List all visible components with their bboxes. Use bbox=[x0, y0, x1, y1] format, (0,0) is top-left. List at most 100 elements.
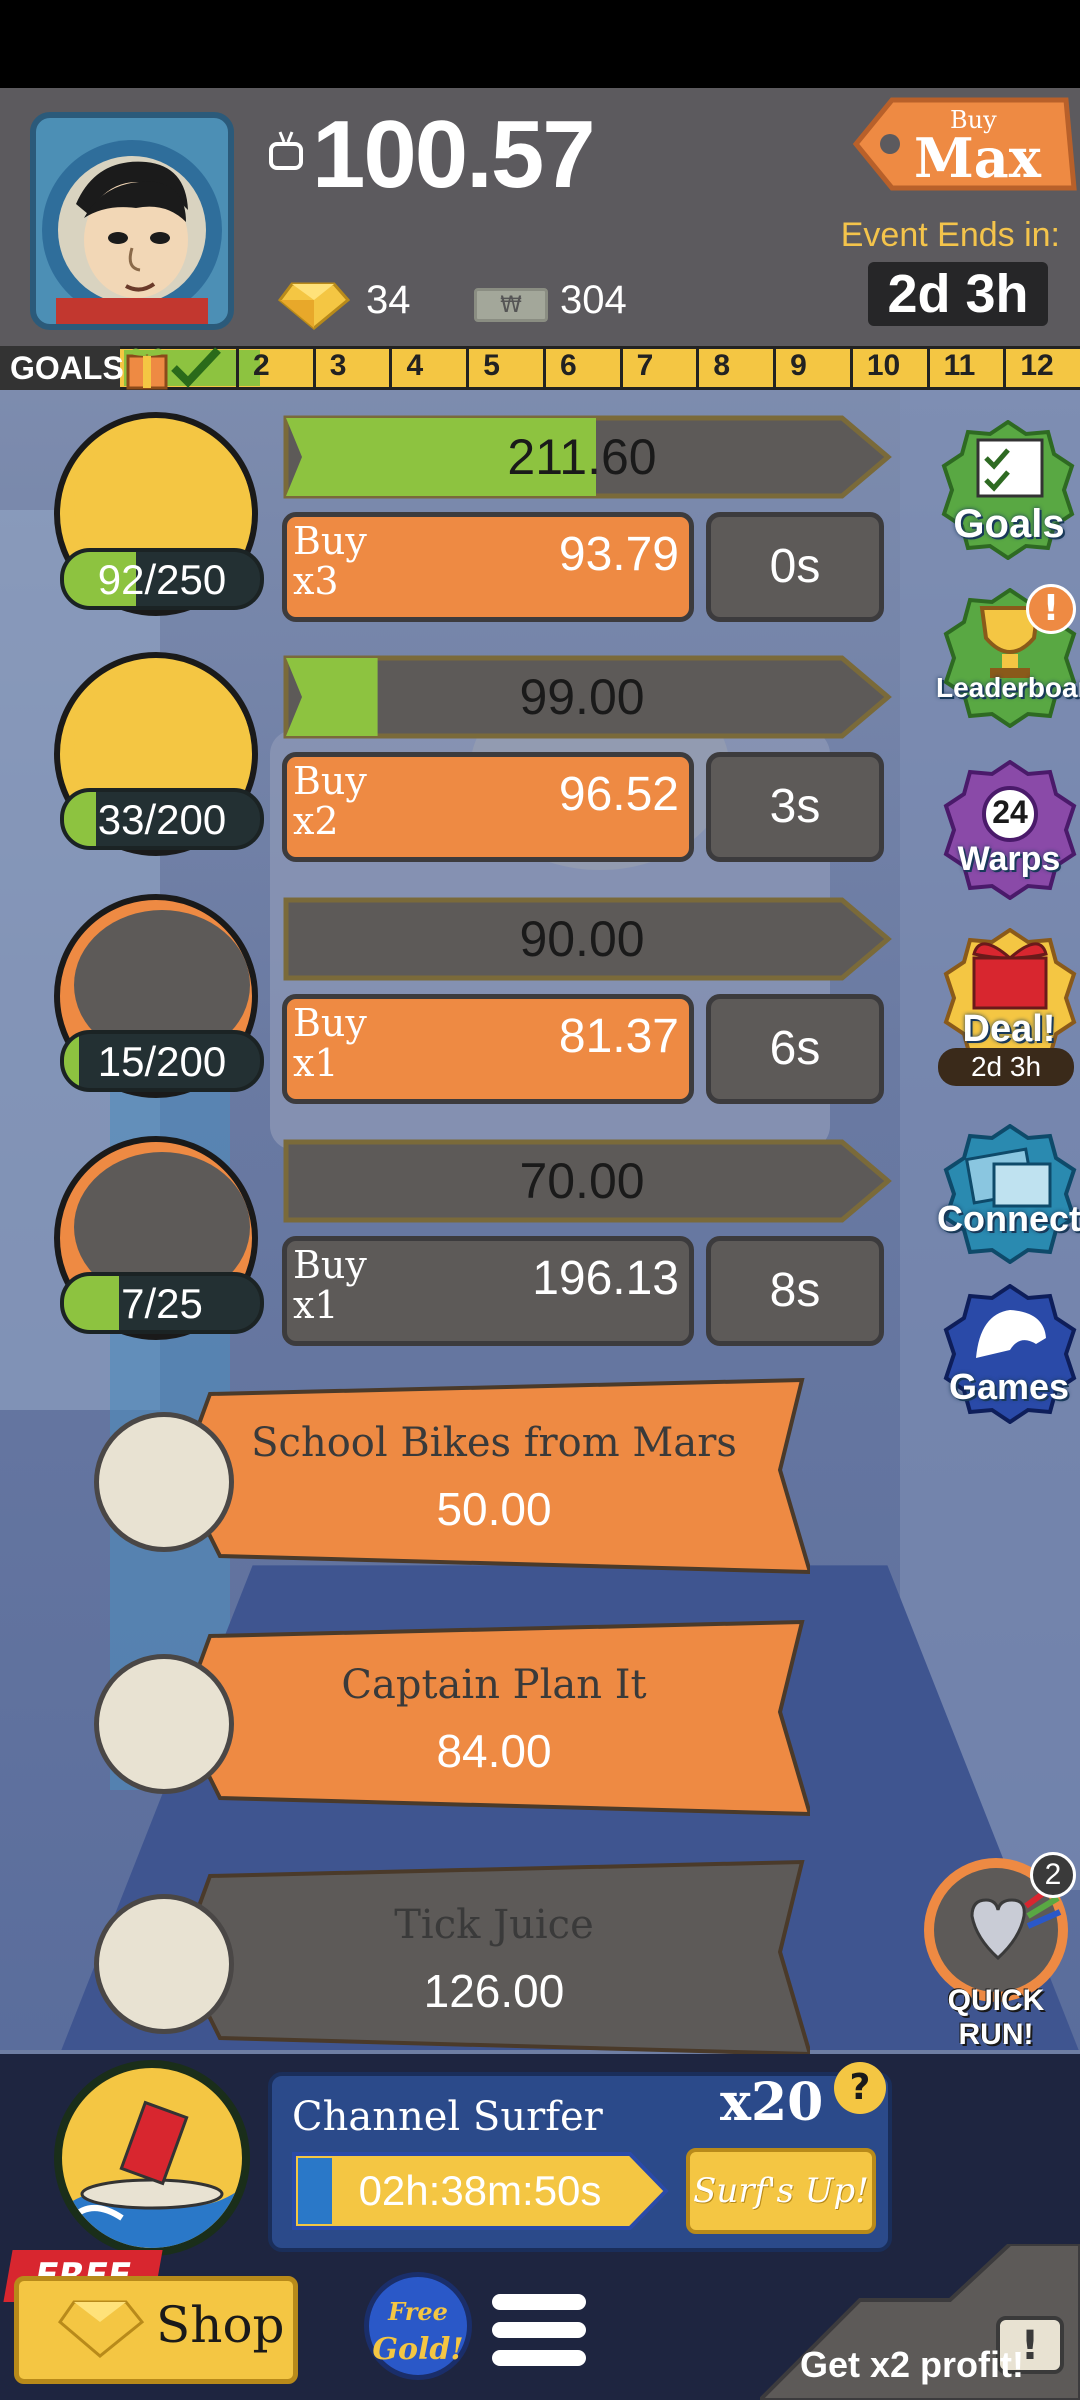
business-count: 92/250 bbox=[97, 556, 227, 603]
gold-icon bbox=[278, 282, 350, 330]
channel-surfer-title: Channel Surfer bbox=[292, 2094, 603, 2140]
business-revenue: 90.00 bbox=[519, 911, 645, 967]
business-count-bar: 92/250 bbox=[60, 548, 264, 610]
buy-max-button[interactable]: Buy Max bbox=[852, 96, 1078, 192]
goals-tick: 8 bbox=[696, 346, 773, 390]
business-revenue: 70.00 bbox=[519, 1153, 645, 1209]
buy-label-group: Buy x2 bbox=[293, 761, 367, 841]
goals-tick: 9 bbox=[773, 346, 850, 390]
buy-button[interactable]: Buy x1 81.37 bbox=[282, 994, 694, 1104]
buy-multiplier: x3 bbox=[293, 559, 339, 603]
goals-tick: 3 bbox=[312, 346, 390, 390]
business-revenue: 211.60 bbox=[507, 429, 657, 485]
deal-timer: 2d 3h bbox=[938, 1048, 1074, 1086]
connect-button[interactable] bbox=[940, 1123, 1080, 1265]
event-timer: 2d 3h bbox=[868, 262, 1048, 326]
buy-price: 81.37 bbox=[558, 1010, 679, 1063]
business-count-bar: 15/200 bbox=[60, 1030, 264, 1092]
quick-run-badge: 2 bbox=[1030, 1852, 1076, 1898]
locked-business-name: Captain Plan It bbox=[341, 1662, 647, 1708]
leaderboard-alert-icon: ! bbox=[1026, 584, 1076, 634]
business-icon[interactable]: 15/200 bbox=[54, 894, 264, 1098]
warps-count: 24 bbox=[992, 794, 1028, 830]
goals-tick: 10 bbox=[849, 346, 927, 390]
locked-business-icon bbox=[94, 1412, 234, 1552]
buy-label-group: Buy x1 bbox=[293, 1003, 367, 1083]
free-gold-line2: Gold! bbox=[372, 2332, 464, 2367]
business-count-bar: 7/25 bbox=[60, 1272, 264, 1334]
free-gold-line1: Free bbox=[388, 2297, 448, 2326]
business-timer: 3s bbox=[706, 752, 884, 862]
status-bar bbox=[0, 0, 1080, 88]
goals-tick: 6 bbox=[542, 346, 620, 390]
business-icon[interactable]: 33/200 bbox=[54, 652, 264, 856]
buy-price: 196.13 bbox=[532, 1252, 679, 1305]
locked-business-icon bbox=[94, 1654, 234, 1794]
business-count: 33/200 bbox=[97, 796, 227, 843]
goals-gift-icon bbox=[126, 348, 168, 390]
player-avatar[interactable] bbox=[30, 112, 234, 330]
deal-label: Deal! bbox=[962, 1008, 1056, 1050]
buy-button[interactable]: Buy x3 93.79 bbox=[282, 512, 694, 622]
channel-surfer-help-button[interactable]: ? bbox=[834, 2062, 886, 2114]
buy-label: Buy bbox=[293, 759, 367, 803]
business-timer: 0s bbox=[706, 512, 884, 622]
business-icon[interactable]: 92/250 bbox=[54, 412, 264, 616]
channel-surfer-multiplier: x20 bbox=[720, 2072, 824, 2133]
bill-icon: ₩ bbox=[474, 288, 548, 322]
bills-amount: 304 bbox=[560, 278, 627, 322]
locked-business-price: 126.00 bbox=[423, 1965, 565, 2017]
business-progress-bar[interactable]: 70.00 bbox=[282, 1136, 894, 1226]
shop-label: Shop bbox=[156, 2296, 285, 2354]
business-timer: 8s bbox=[706, 1236, 884, 1346]
quick-run-label: QUICK RUN! bbox=[947, 1984, 1045, 2051]
business-progress-bar[interactable]: 90.00 bbox=[282, 894, 894, 984]
goals-check-icon bbox=[171, 347, 221, 388]
goals-tick: 12 bbox=[1003, 346, 1080, 390]
buy-label-group: Buy x1 bbox=[293, 1245, 367, 1325]
money-amount: 100.57 bbox=[312, 101, 596, 208]
surfs-up-button[interactable]: Surf's Up! bbox=[686, 2148, 876, 2234]
connect-label: Connect bbox=[937, 1198, 1080, 1239]
gold-amount: 34 bbox=[366, 278, 411, 322]
warps-label: Warps bbox=[957, 840, 1061, 878]
goals-tick: 7 bbox=[619, 346, 697, 390]
buy-button[interactable]: Buy x1 196.13 bbox=[282, 1236, 694, 1346]
business-revenue: 99.00 bbox=[519, 669, 645, 725]
menu-icon[interactable] bbox=[492, 2290, 586, 2370]
goals-side-label: Goals bbox=[953, 502, 1065, 546]
locked-business-name: Tick Juice bbox=[394, 1902, 594, 1948]
locked-business-price: 84.00 bbox=[436, 1725, 552, 1777]
channel-surfer-timer: 02h:38m:50s bbox=[358, 2167, 602, 2214]
business-timer: 6s bbox=[706, 994, 884, 1104]
locked-business-name: School Bikes from Mars bbox=[251, 1420, 737, 1466]
buy-button[interactable]: Buy x2 96.52 bbox=[282, 752, 694, 862]
buy-multiplier: x1 bbox=[293, 1283, 339, 1327]
free-gold-button[interactable]: Free Gold! bbox=[364, 2272, 472, 2380]
buy-price: 93.79 bbox=[558, 528, 679, 581]
x2-profit-label: Get x2 profit! bbox=[800, 2344, 1025, 2385]
goals-tick: 4 bbox=[389, 346, 466, 390]
locked-business-icon bbox=[94, 1894, 234, 2034]
goals-tick: 2 bbox=[236, 346, 313, 390]
event-ends-label: Event Ends in: bbox=[840, 216, 1060, 254]
business-count: 7/25 bbox=[121, 1280, 203, 1327]
goals-label: GOALS bbox=[0, 346, 124, 390]
buy-price: 96.52 bbox=[558, 768, 679, 821]
leaderboard-label: Leaderboard bbox=[936, 672, 1080, 703]
buy-label: Buy bbox=[293, 1243, 367, 1287]
goals-tick: 5 bbox=[466, 346, 543, 390]
business-count-bar: 33/200 bbox=[60, 788, 264, 850]
channel-surfer-avatar bbox=[54, 2060, 250, 2256]
warps-button[interactable]: 24 bbox=[940, 759, 1080, 901]
business-icon[interactable]: 7/25 bbox=[54, 1136, 264, 1340]
buy-label: Buy bbox=[293, 1001, 367, 1045]
goals-tick: 11 bbox=[926, 346, 1004, 390]
business-progress-bar[interactable]: 99.00 bbox=[282, 652, 894, 742]
leaderboard-button[interactable]: ! bbox=[940, 584, 1080, 729]
business-progress-bar[interactable]: 211.60 bbox=[282, 412, 894, 502]
buy-multiplier: x1 bbox=[293, 1041, 339, 1085]
games-label: Games bbox=[948, 1366, 1070, 1407]
shop-gold-icon bbox=[57, 2300, 145, 2358]
goals-ticks: 2 3 4 5 6 7 8 9 10 11 12 bbox=[236, 346, 1080, 390]
